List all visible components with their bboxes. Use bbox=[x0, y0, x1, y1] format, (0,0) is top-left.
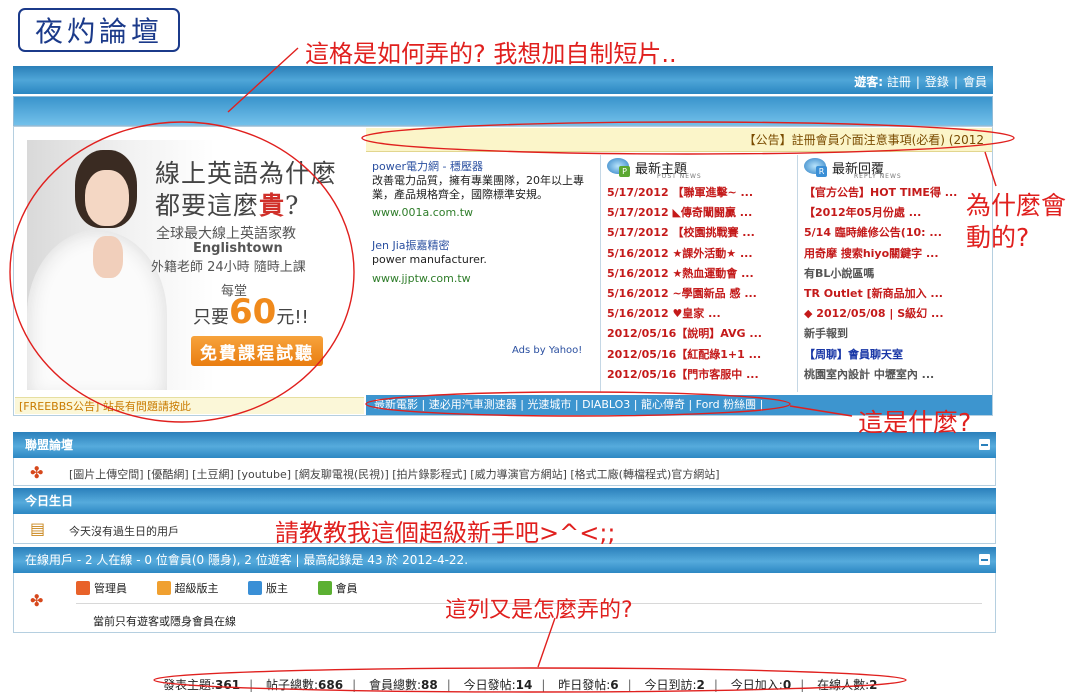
ad-description: 改善電力品質，擁有專業團隊，20年以上專業，產品規格齊全，國際標準安規。 bbox=[372, 174, 584, 201]
ad-item[interactable]: Jen Jia振嘉精密 power manufacturer. www.jjpt… bbox=[372, 239, 594, 286]
online-icon: ✤ bbox=[30, 591, 44, 610]
legend-super-mod: 超級版主 bbox=[156, 580, 219, 596]
login-link[interactable]: 登錄 bbox=[925, 75, 949, 89]
reply-item[interactable]: 【周聊】會員聊天室 bbox=[804, 345, 993, 365]
online-title: 在線用戶 - 2 人在線 - 0 位會員(0 隱身), 2 位遊客 | 最高紀錄… bbox=[25, 553, 469, 567]
banner-title-1: 線上英語為什麼 bbox=[155, 159, 338, 188]
freebbs-notice-link[interactable]: [FREEBBS公告] 站長有問題請按此 bbox=[15, 397, 364, 414]
annotation-teach: 請教教我這個超級新手吧>^<;; bbox=[275, 519, 616, 547]
topic-item[interactable]: 2012/05/16【門市客服中 ... bbox=[607, 365, 796, 385]
stat-topics: 361 bbox=[215, 678, 241, 692]
annotation-what: 這是什麼? bbox=[858, 408, 972, 437]
collapse-icon[interactable] bbox=[979, 439, 990, 450]
birthday-cake-icon: ▤ bbox=[30, 519, 46, 538]
topic-item[interactable]: 2012/05/16【紅配綠1+1 ... bbox=[607, 345, 796, 365]
reply-item[interactable]: 用奇摩 搜索hiyo關鍵字 ... bbox=[804, 244, 993, 264]
topic-item[interactable]: 5/17/2012 【聯軍進擊~ ... bbox=[607, 183, 796, 203]
topic-item[interactable]: 5/16/2012 ★熱血運動會 ... bbox=[607, 264, 796, 284]
reply-item[interactable]: 新手報到 bbox=[804, 324, 993, 344]
topic-item[interactable]: 5/16/2012 ★課外活動★ ... bbox=[607, 244, 796, 264]
annotation-right: 為什麼會 動的? bbox=[966, 191, 1067, 252]
register-link[interactable]: 註冊 bbox=[887, 75, 911, 89]
member-icon bbox=[317, 581, 332, 595]
reply-item[interactable]: 桃園室內設計 中壢室內 ... bbox=[804, 365, 993, 385]
free-trial-button[interactable]: 免費課程試聽 bbox=[191, 336, 323, 366]
member-link[interactable]: 會員 bbox=[963, 75, 987, 89]
header-bar: 遊客: 註冊 | 登錄 | 會員 bbox=[13, 66, 993, 94]
stat-yesterday: 6 bbox=[610, 678, 619, 692]
online-legend: 管理員 超級版主 版主 會員 bbox=[76, 580, 384, 596]
collapse-icon[interactable] bbox=[979, 554, 990, 565]
stat-posts: 686 bbox=[318, 678, 344, 692]
alliance-links[interactable]: [圖片上傳空間] [優酷網] [土豆網] [youtube] [網友聊電視(民視… bbox=[69, 466, 720, 482]
online-note: 當前只有遊客或隱身會員在線 bbox=[93, 615, 236, 628]
birthday-title: 今日生日 bbox=[25, 494, 74, 508]
reply-item[interactable]: ◆ 2012/05/08 | S級幻 ... bbox=[804, 304, 993, 324]
reply-news-icon: R bbox=[804, 158, 827, 177]
birthday-section-header: 今日生日 bbox=[13, 488, 996, 514]
latest-topics-panel: P 最新主題 POST NEWS 5/17/2012 【聯軍進擊~ ... 5/… bbox=[600, 155, 796, 392]
alliance-section-header: 聯盟論壇 bbox=[13, 432, 996, 458]
latest-topics-subtitle: POST NEWS bbox=[657, 173, 702, 180]
text-ads: power電力網 - 穩壓器 改善電力品質，擁有專業團隊，20年以上專業，產品規… bbox=[372, 160, 594, 360]
model-hand bbox=[93, 236, 123, 278]
reply-item[interactable]: TR Outlet [新商品加入 ... bbox=[804, 284, 993, 304]
admin-icon bbox=[76, 581, 90, 595]
ad-url[interactable]: www.jjptw.com.tw bbox=[372, 272, 594, 286]
marquee-notice[interactable]: 【公告】註冊會員介面注意事項(必看) (2012 bbox=[366, 128, 992, 152]
moderator-icon bbox=[248, 581, 262, 595]
reply-item[interactable]: 5/14 臨時維修公告(10: ... bbox=[804, 223, 993, 243]
latest-replies-subtitle: REPLY NEWS bbox=[854, 173, 902, 180]
legend-admin: 管理員 bbox=[76, 580, 127, 596]
reply-item[interactable]: 【官方公告】HOT TIME得 ... bbox=[804, 183, 993, 203]
guest-label: 遊客: bbox=[854, 75, 884, 89]
alliance-icon: ✤ bbox=[30, 463, 44, 482]
ad-item[interactable]: power電力網 - 穩壓器 改善電力品質，擁有專業團隊，20年以上專業，產品規… bbox=[372, 160, 594, 220]
topic-item[interactable]: 5/16/2012 ♥皇家 ... bbox=[607, 304, 796, 324]
ad-description: power manufacturer. bbox=[372, 253, 487, 266]
online-section-header: 在線用戶 - 2 人在線 - 0 位會員(0 隱身), 2 位遊客 | 最高紀錄… bbox=[13, 547, 996, 573]
annotation-column: 這列又是怎麼弄的? bbox=[445, 598, 633, 623]
reply-item[interactable]: 【2012年05月份處 ... bbox=[804, 203, 993, 223]
legend-member: 會員 bbox=[317, 580, 358, 596]
banner-brand: Englishtown bbox=[193, 241, 283, 256]
model-face bbox=[85, 170, 129, 226]
stat-today: 14 bbox=[515, 678, 533, 692]
topic-item[interactable]: 5/17/2012 【校園挑戰賽 ... bbox=[607, 223, 796, 243]
banner-title-2: 都要這麼貴? bbox=[155, 191, 300, 220]
sub-header-bar bbox=[13, 96, 993, 126]
topic-item[interactable]: 2012/05/16【說明】AVG ... bbox=[607, 324, 796, 344]
birthday-text: 今天沒有過生日的用戶 bbox=[69, 525, 179, 538]
header-user-links: 遊客: 註冊 | 登錄 | 會員 bbox=[854, 75, 987, 89]
latest-replies-panel: R 最新回覆 REPLY NEWS 【官方公告】HOT TIME得 ... 【2… bbox=[797, 155, 993, 392]
banner-line-1: 全球最大線上英語家教 bbox=[156, 226, 296, 242]
annotation-top: 這格是如何弄的? 我想加自制短片.. bbox=[305, 40, 677, 68]
alliance-section-body: ✤ [圖片上傳空間] [優酷網] [土豆網] [youtube] [網友聊電視(… bbox=[13, 458, 996, 486]
topic-item[interactable]: 5/17/2012 ◣傳奇闡闘贏 ... bbox=[607, 203, 796, 223]
ads-by-yahoo[interactable]: Ads by Yahoo! bbox=[512, 345, 582, 356]
alliance-title: 聯盟論壇 bbox=[25, 438, 74, 452]
latest-topics-list: 5/17/2012 【聯軍進擊~ ... 5/17/2012 ◣傳奇闡闘贏 ..… bbox=[601, 183, 796, 385]
stat-joined: 0 bbox=[782, 678, 792, 692]
stat-online: 2 bbox=[869, 678, 878, 692]
banner-price: 只要60元!! bbox=[193, 292, 309, 332]
ad-url[interactable]: www.001a.com.tw bbox=[372, 206, 594, 220]
forum-stats: 發表主題:361 | 帖子總數:686 | 會員總數:88 | 今日發帖:14 | 昨日… bbox=[163, 678, 878, 692]
ad-title[interactable]: Jen Jia振嘉精密 bbox=[372, 239, 594, 253]
legend-mod: 版主 bbox=[248, 580, 288, 596]
latest-replies-list: 【官方公告】HOT TIME得 ... 【2012年05月份處 ... 5/14… bbox=[798, 183, 993, 385]
topic-item[interactable]: 5/16/2012 ~學園新品 感 ... bbox=[607, 284, 796, 304]
ad-title[interactable]: power電力網 - 穩壓器 bbox=[372, 160, 594, 174]
banner-line-2: 外籍老師 24小時 隨時上課 bbox=[151, 260, 306, 275]
super-moderator-icon bbox=[156, 581, 171, 595]
post-news-icon: P bbox=[607, 158, 630, 177]
stat-visits: 2 bbox=[696, 678, 705, 692]
english-ad-banner[interactable]: 線上英語為什麼 都要這麼貴? 全球最大線上英語家教 Englishtown 外籍… bbox=[27, 140, 340, 390]
forum-logo[interactable]: 夜灼論壇 bbox=[18, 8, 180, 52]
stat-members: 88 bbox=[421, 678, 438, 692]
reply-item[interactable]: 有BL小說區嗎 bbox=[804, 264, 993, 284]
